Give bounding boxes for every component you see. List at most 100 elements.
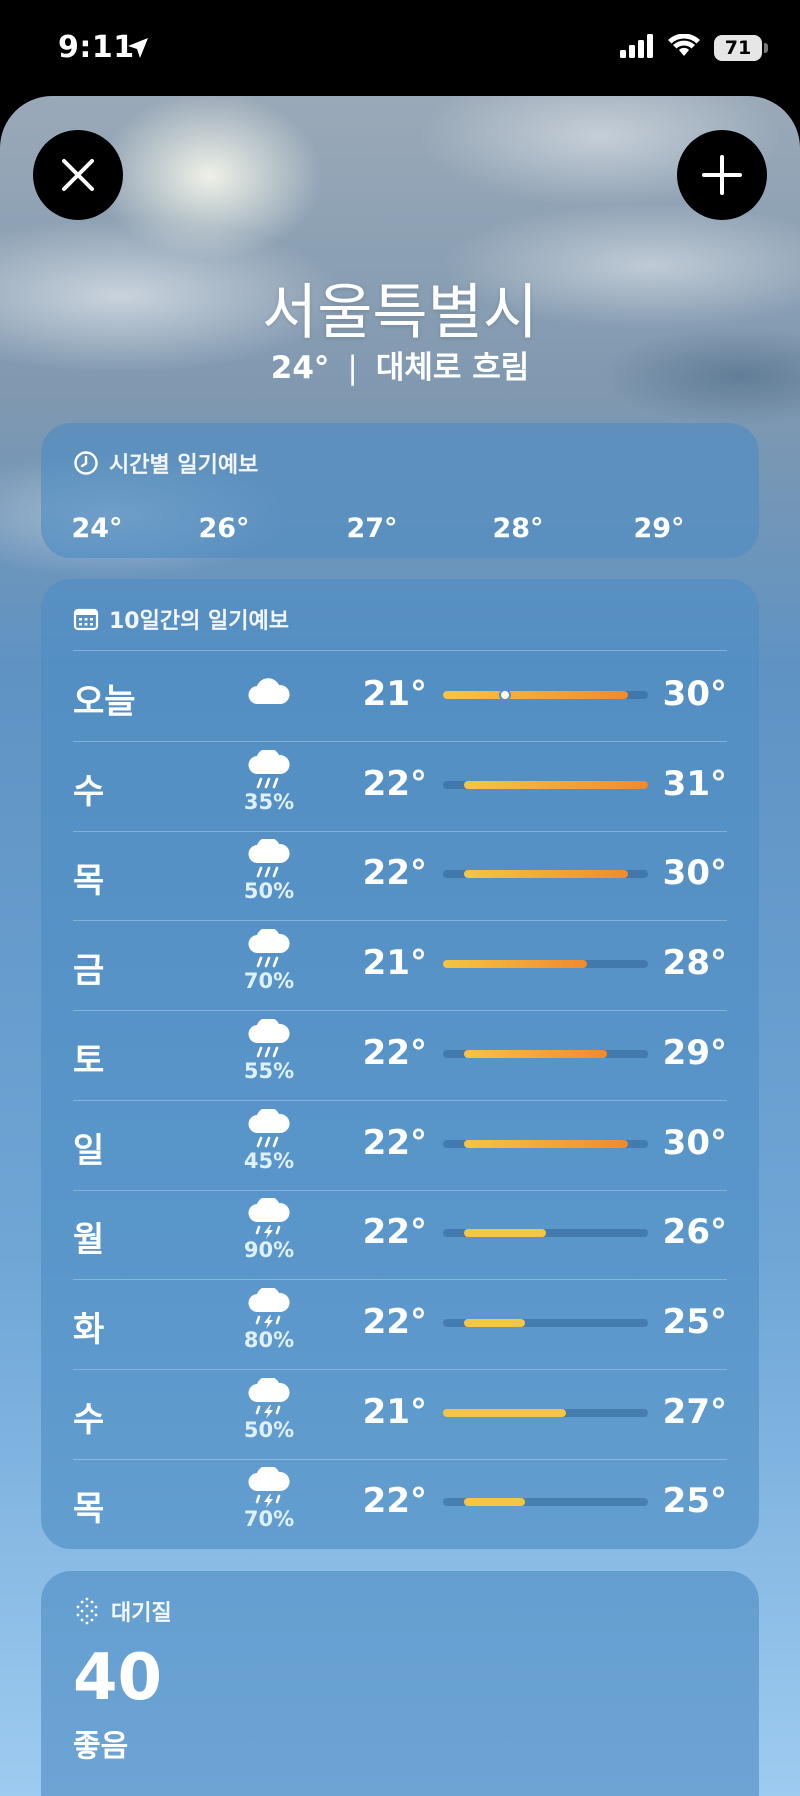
temperature-range-fill	[463, 1139, 628, 1148]
rain-icon: 50%	[231, 839, 307, 903]
high-temp: 27°	[662, 1391, 727, 1432]
thunderstorm-icon: 80%	[231, 1287, 307, 1352]
current-temperature: 24°	[270, 350, 330, 386]
forecast-day-row[interactable]: 토 55% 22° 29°	[73, 1011, 727, 1101]
hourly-temp: 24°	[71, 513, 123, 544]
thunderstorm-icon: 50%	[231, 1377, 307, 1442]
daily-header: 10일간의 일기예보	[73, 603, 289, 635]
hourly-header: 시간별 일기예보	[73, 447, 258, 479]
low-temp: 22°	[362, 1122, 427, 1163]
thunderstorm-icon: 90%	[231, 1198, 307, 1262]
temperature-range-bar	[443, 960, 648, 969]
forecast-day-row[interactable]: 오늘 21° 30°	[73, 652, 727, 742]
forecast-day-row[interactable]: 월 90% 22° 26°	[73, 1190, 727, 1281]
high-temp: 29°	[662, 1032, 727, 1073]
low-temp: 22°	[362, 1481, 427, 1522]
close-icon	[62, 159, 94, 191]
forecast-day-row[interactable]: 화 80% 22° 25°	[73, 1280, 727, 1370]
summary-separator: |	[347, 350, 358, 386]
air-quality-header: 대기질	[73, 1595, 172, 1627]
day-name: 토	[73, 1040, 105, 1081]
day-name: 화	[73, 1309, 105, 1350]
precipitation-chance: 80%	[243, 1327, 295, 1352]
rain-icon: 55%	[231, 1018, 307, 1083]
precipitation-chance: 70%	[243, 1507, 295, 1532]
high-temp: 30°	[662, 853, 727, 894]
aqi-status: 좋음	[73, 1729, 129, 1764]
cloud-icon	[231, 676, 307, 706]
signal-icon	[620, 34, 654, 62]
temperature-range-fill	[463, 1498, 525, 1507]
close-button[interactable]	[33, 130, 123, 220]
hourly-temp: 28°	[492, 513, 544, 544]
day-name: 목	[73, 1489, 105, 1530]
temperature-range-fill	[463, 870, 628, 879]
hourly-forecast-card[interactable]: 시간별 일기예보 24° 26° 27° 28° 29°	[41, 423, 759, 558]
precipitation-chance: 55%	[243, 1058, 295, 1083]
low-temp: 22°	[362, 853, 427, 894]
calendar-icon	[73, 608, 99, 631]
plus-icon	[702, 155, 742, 195]
temperature-range-bar	[443, 1498, 648, 1507]
city-name: 서울특별시	[262, 278, 538, 348]
precipitation-chance: 70%	[243, 969, 295, 994]
wifi-icon	[668, 33, 700, 62]
forecast-day-row[interactable]: 목 70% 22° 25°	[73, 1459, 727, 1548]
temperature-range-fill	[463, 780, 648, 789]
temperature-range-fill	[463, 1229, 546, 1238]
precipitation-chance: 50%	[243, 1417, 295, 1442]
precipitation-chance: 90%	[243, 1238, 295, 1263]
rain-icon: 45%	[231, 1108, 307, 1173]
hourly-temp: 26°	[198, 513, 250, 544]
high-temp: 30°	[662, 1122, 727, 1163]
forecast-day-row[interactable]: 목 50% 22° 30°	[73, 831, 727, 922]
day-name: 금	[73, 951, 105, 992]
hourly-temp: 27°	[346, 513, 398, 544]
precipitation-chance: 50%	[243, 879, 295, 904]
temperature-range-bar	[443, 870, 648, 879]
ten-day-forecast-card[interactable]: 10일간의 일기예보 오늘 21° 30° 수 35% 22° 31° 목 50% 22° 30° 금…	[41, 579, 759, 1549]
forecast-day-row[interactable]: 일 45% 22° 30°	[73, 1101, 727, 1191]
hourly-title: 시간별 일기예보	[109, 453, 259, 478]
air-quality-icon	[76, 1597, 98, 1625]
current-condition: 대체로 흐림	[375, 350, 530, 386]
forecast-day-row[interactable]: 금 70% 21° 28°	[73, 921, 727, 1012]
weather-sheet: 서울특별시 24° | 대체로 흐림 시간별 일기예보 24° 26° 27° 28…	[0, 96, 800, 1796]
add-button[interactable]	[677, 130, 767, 220]
battery-indicator: 71	[714, 35, 768, 61]
clock-icon	[74, 451, 98, 475]
temperature-range-fill	[463, 1049, 607, 1058]
hourly-temp: 29°	[633, 513, 685, 544]
low-temp: 22°	[362, 1212, 427, 1253]
day-name: 월	[73, 1220, 105, 1261]
temperature-range-bar	[443, 1408, 648, 1417]
current-summary: 24° | 대체로 흐림	[0, 342, 800, 387]
low-temp: 21°	[362, 674, 427, 714]
precipitation-chance: 45%	[243, 1148, 295, 1173]
high-temp: 31°	[662, 763, 727, 804]
temperature-range-fill	[463, 1318, 525, 1327]
status-icons: 71	[620, 33, 768, 62]
current-temp-marker	[498, 689, 511, 701]
high-temp: 25°	[662, 1301, 727, 1342]
high-temp: 28°	[662, 943, 727, 984]
forecast-day-row[interactable]: 수 35% 22° 31°	[73, 742, 727, 832]
low-temp: 21°	[362, 943, 427, 984]
air-quality-title: 대기질	[111, 1601, 172, 1626]
temperature-range-bar	[443, 1318, 648, 1327]
status-bar: 9:11 71	[0, 0, 800, 100]
precipitation-chance: 35%	[243, 789, 295, 814]
forecast-day-row[interactable]: 수 50% 21° 27°	[73, 1370, 727, 1460]
rain-icon: 35%	[231, 749, 307, 814]
day-name: 일	[73, 1130, 105, 1171]
status-time: 9:11	[58, 30, 135, 65]
day-name: 수	[73, 1399, 105, 1440]
temperature-range-fill	[443, 691, 628, 699]
low-temp: 22°	[362, 763, 427, 804]
low-temp: 22°	[362, 1301, 427, 1342]
temperature-range-fill	[443, 1408, 566, 1417]
air-quality-card[interactable]: 대기질 40 좋음	[41, 1571, 759, 1796]
temperature-range-bar	[443, 689, 648, 701]
day-name: 오늘	[73, 682, 136, 722]
day-name: 목	[73, 861, 105, 902]
